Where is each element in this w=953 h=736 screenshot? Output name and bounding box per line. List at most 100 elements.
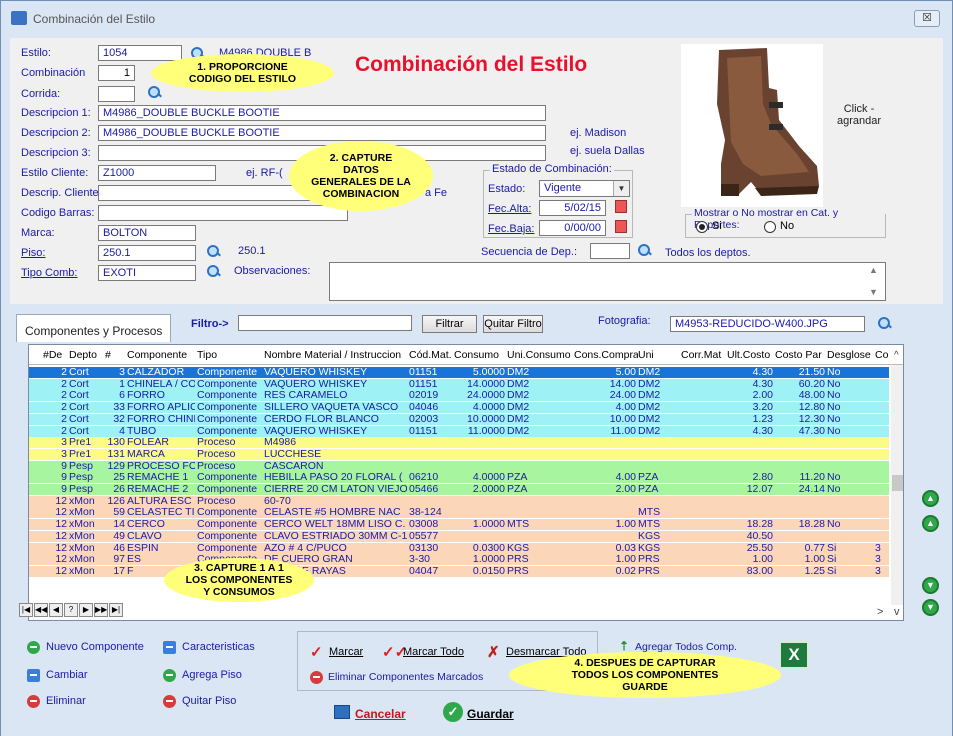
observaciones-scroll-down-icon[interactable]: ▼ (869, 287, 878, 297)
guardar-button[interactable]: Guardar (467, 707, 514, 721)
grid-column-header[interactable]: #De (43, 349, 69, 361)
click-agrandar-label[interactable]: Click - agrandar (831, 103, 887, 127)
table-row[interactable]: 12xMon97ESComponenteDE CUERO GRAN3-301.0… (29, 554, 889, 566)
eliminar-marcados-button[interactable]: Eliminar Componentes Marcados (328, 671, 483, 683)
nuevo-componente-button[interactable]: Nuevo Componente (46, 641, 144, 653)
tipo-comb-search-icon[interactable] (206, 264, 221, 279)
table-row[interactable]: 9 Pesp 26 REMACHE 2 Componente CIERRE 20 CM L… (29, 484, 889, 495)
table-row[interactable]: 12 xMon 126 ALTURA ESC Proceso 60-70 (29, 495, 889, 507)
excel-export-icon[interactable]: X (779, 641, 809, 669)
mostrar-si-radio[interactable] (696, 221, 708, 233)
corrida-search-icon[interactable] (147, 85, 162, 100)
marca-input[interactable]: BOLTON (98, 225, 196, 241)
fec-alta-input[interactable]: 5/02/15 (539, 200, 606, 216)
cambiar-button[interactable]: Cambiar (46, 669, 88, 681)
product-photo[interactable] (681, 44, 823, 207)
table-row[interactable]: 12 xMon 46 ESPIN Componente AZO # 4 C/PUCO 031… (29, 542, 889, 554)
nav-button[interactable]: |◀ (19, 603, 33, 617)
grid-column-header[interactable]: Cons.Compra (574, 349, 638, 361)
grid-column-header[interactable]: Ult.Costo (727, 349, 775, 361)
table-row[interactable]: 9 Pesp 129 PROCESO FO Proceso CASCARON (29, 460, 889, 472)
fec-baja-label[interactable]: Fec.Baja: (488, 223, 534, 235)
fec-baja-input[interactable]: 0/00/00 (539, 220, 606, 236)
nav-button[interactable]: ▶ (79, 603, 93, 617)
marcar-button[interactable]: Marcar (329, 646, 363, 658)
grid-scroll-right-icon[interactable]: > (877, 606, 883, 618)
corrida-input[interactable] (98, 86, 135, 102)
filtrar-button[interactable]: Filtrar (422, 315, 477, 333)
eliminar-button[interactable]: Eliminar (46, 695, 86, 707)
move-up-icon[interactable]: ▲ (922, 515, 939, 532)
grid-column-header[interactable]: Costo Par (775, 349, 827, 361)
nav-button[interactable]: ◀ (49, 603, 63, 617)
codigo-barras-input[interactable] (98, 205, 348, 221)
combinacion-input[interactable]: 1 (98, 65, 135, 81)
estado-select[interactable]: Vigente ▼ (539, 180, 630, 197)
table-row[interactable]: 12 xMon 14 CERCO Componente CERCO WELT 18MM L… (29, 519, 889, 531)
table-row[interactable]: 2 Cort 4 TUBO Componente VAQUERO WHISKEY 01151… (29, 425, 889, 437)
grid-column-header[interactable]: # (105, 349, 127, 361)
marcar-todo-button[interactable]: Marcar Todo (403, 646, 464, 658)
caracteristicas-button[interactable]: Caracteristicas (182, 641, 255, 653)
piso-label[interactable]: Piso: (21, 247, 45, 259)
grid-column-header[interactable]: Tipo (197, 349, 264, 361)
move-top-icon[interactable]: ▲ (922, 490, 939, 507)
nav-button[interactable]: ? (64, 603, 78, 617)
grid-scroll-down-icon[interactable]: v (894, 606, 900, 618)
grid-column-header[interactable]: Componente (127, 349, 197, 361)
grid-column-header[interactable]: Desglose (827, 349, 875, 361)
grid-scroll-thumb[interactable] (892, 475, 903, 491)
grid-column-header[interactable]: Corr.Mat (681, 349, 727, 361)
grid-vertical-scrollbar[interactable] (891, 365, 903, 605)
grid-column-header[interactable]: Nombre Material / Instruccion (264, 349, 409, 361)
components-grid[interactable]: #De Depto # Componente Tipo Nombre Material /… (28, 344, 904, 621)
table-row[interactable]: 12 xMon 59 CELASTEC TI Componente CELASTE #5 … (29, 507, 889, 519)
grid-column-header[interactable]: Co (875, 349, 889, 361)
grid-column-header[interactable]: Consumo (454, 349, 507, 361)
secuencia-input[interactable] (590, 243, 630, 259)
fotografia-search-icon[interactable] (877, 316, 892, 331)
fec-baja-calendar-icon[interactable] (615, 220, 627, 233)
quitar-filtro-button[interactable]: Quitar Filtro (483, 315, 543, 333)
secuencia-search-icon[interactable] (637, 243, 652, 258)
estilo-input[interactable]: 1054 (98, 45, 182, 61)
nav-button[interactable]: ▶▶ (94, 603, 108, 617)
fec-alta-label[interactable]: Fec.Alta: (488, 203, 531, 215)
fotografia-input[interactable]: M4953-REDUCIDO-W400.JPG (670, 316, 865, 332)
tipo-comb-input[interactable]: EXOTI (98, 265, 196, 281)
observaciones-scroll-up-icon[interactable]: ▲ (869, 265, 878, 275)
table-row[interactable]: 2 Cort 6 FORRO Componente RES CARAMELO 02019 24… (29, 390, 889, 402)
tipo-comb-label[interactable]: Tipo Comb: (21, 267, 77, 279)
table-row[interactable]: 12xMon17FComponenteLLON DE RAYAS040470.0… (29, 565, 889, 577)
table-row[interactable]: 2 Cort 32 FORRO CHINE Componente CERDO FLOR B… (29, 413, 889, 425)
table-row[interactable]: 2 Cort 1 CHINELA / CO Componente VAQUERO WHIS… (29, 378, 889, 390)
table-row[interactable]: 9 Pesp 25 REMACHE 1 Componente HEBILLA PASO 2… (29, 472, 889, 484)
move-down-icon[interactable]: ▼ (922, 577, 939, 594)
quitar-piso-button[interactable]: Quitar Piso (182, 695, 236, 707)
table-row[interactable]: 12 xMon 49 CLAVO Componente CLAVO ESTRIADO 30… (29, 530, 889, 542)
piso-input[interactable]: 250.1 (98, 245, 196, 261)
piso-search-icon[interactable] (206, 244, 221, 259)
observaciones-input[interactable] (329, 262, 886, 301)
close-button[interactable]: ☒ (914, 10, 940, 27)
chevron-down-icon[interactable]: ▼ (613, 181, 629, 196)
table-row[interactable]: 3 Pre1 130 FOLEAR Proceso M4986 (29, 437, 889, 449)
agrega-piso-button[interactable]: Agrega Piso (182, 669, 242, 681)
table-row[interactable]: 2 Cort 33 FORRO APLIC Componente SILLERO VAQU… (29, 402, 889, 414)
mostrar-no-radio[interactable] (764, 221, 776, 233)
cancelar-button[interactable]: Cancelar (355, 707, 406, 721)
grid-column-header[interactable]: Depto (69, 349, 105, 361)
filtro-input[interactable] (238, 315, 412, 331)
nav-button[interactable]: ◀◀ (34, 603, 48, 617)
grid-column-header[interactable]: Uni.Consumo (507, 349, 574, 361)
move-bottom-icon[interactable]: ▼ (922, 599, 939, 616)
nav-button[interactable]: ▶| (109, 603, 123, 617)
descripcion1-input[interactable]: M4986_DOUBLE BUCKLE BOOTIE (98, 105, 546, 121)
grid-column-header[interactable]: Cód.Mat. (409, 349, 454, 361)
table-row[interactable]: 2 Cort 3 CALZADOR Componente VAQUERO WHISKEY 0… (29, 367, 889, 378)
estilo-cliente-input[interactable]: Z1000 (98, 165, 216, 181)
tab-componentes[interactable]: Componentes y Procesos (16, 314, 171, 342)
fec-alta-calendar-icon[interactable] (615, 200, 627, 213)
grid-column-header[interactable]: Uni (638, 349, 681, 361)
grid-scroll-up-icon[interactable]: ^ (894, 350, 899, 361)
